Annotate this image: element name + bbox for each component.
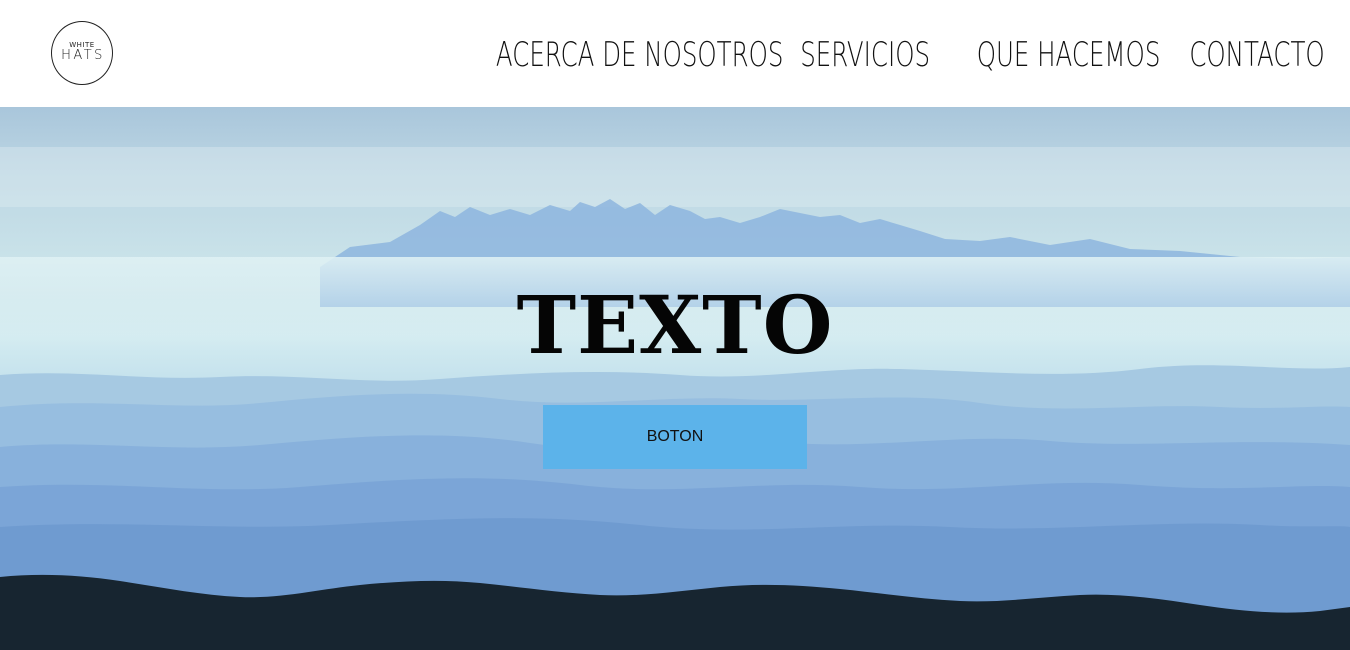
site-header: WHITE HATS ACERCA DE NOSOTROS SERVICIOS … [0,0,1350,107]
logo-main-text: HATS [61,48,105,63]
hero-background-image [0,147,1350,650]
nav-item-acerca[interactable]: ACERCA DE NOSOTROS [496,35,784,75]
hero-section: TEXTO BOTON [0,107,1350,650]
hero-cta-button[interactable]: BOTON [543,405,807,469]
nav-item-que-hacemos[interactable]: QUE HACEMOS [977,35,1161,75]
logo[interactable]: WHITE HATS [51,21,113,85]
nav-item-contacto[interactable]: CONTACTO [1189,35,1324,75]
main-nav: ACERCA DE NOSOTROS SERVICIOS QUE HACEMOS… [440,33,1325,77]
hero-title: TEXTO [516,278,834,372]
nav-item-servicios[interactable]: SERVICIOS [800,35,930,75]
